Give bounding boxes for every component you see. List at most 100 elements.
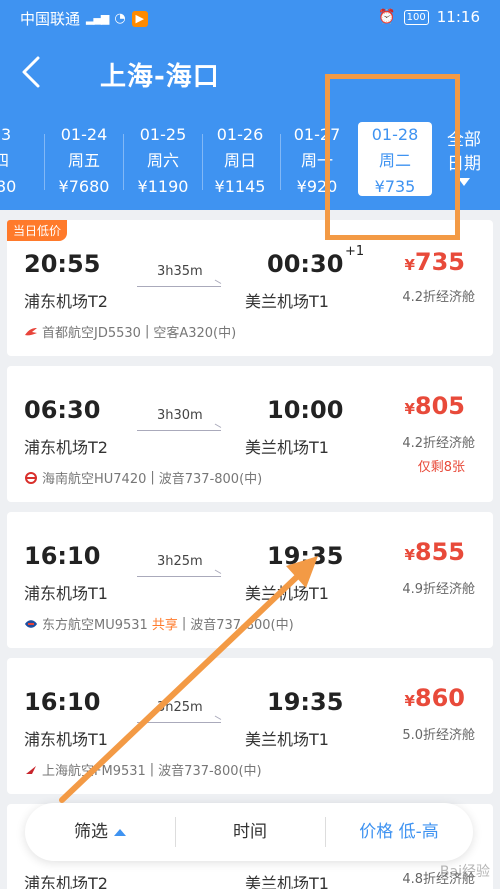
aircraft-type: 波音737-800(中) bbox=[158, 472, 263, 487]
arrival-time: 19:35 bbox=[267, 542, 344, 570]
status-bar: 中国联通 ▂▄▆ ◔ ▶ ⏰ 100 11:16 bbox=[0, 0, 500, 36]
divider-bar: | bbox=[144, 324, 150, 339]
departure-airport: 浦东机场T2 bbox=[24, 438, 108, 457]
back-button[interactable] bbox=[14, 52, 54, 92]
date-cell-01-27[interactable]: 01-27 周一 ¥920 bbox=[278, 120, 356, 200]
departure-time: 16:10 bbox=[24, 688, 101, 716]
departure-time: 06:30 bbox=[24, 396, 101, 424]
date-price: ¥1190 bbox=[137, 177, 189, 196]
date-cell-01-25[interactable]: 01-25 周六 ¥1190 bbox=[124, 120, 202, 200]
weekday-label: 周日 bbox=[223, 151, 256, 170]
date-cell-01-24[interactable]: 01-24 周五 ¥7680 bbox=[45, 120, 123, 200]
date-cell-01-28-selected[interactable]: 01-28 周二 ¥735 bbox=[358, 122, 432, 196]
caret-up-icon bbox=[114, 828, 126, 836]
weekday-label: 周二 bbox=[378, 151, 411, 170]
page-title: 上海-海口 bbox=[100, 62, 220, 92]
weekday-label: 周六 bbox=[146, 151, 179, 170]
shanghai-airlines-logo-icon bbox=[26, 765, 36, 774]
flight-duration: 3h35m bbox=[157, 264, 203, 279]
hainan-airlines-logo-icon bbox=[25, 471, 37, 484]
flight-duration: 3h30m bbox=[157, 408, 203, 423]
price-sort-label: 价格 低-高 bbox=[359, 822, 439, 842]
aircraft-type: 波音737-800(中) bbox=[190, 618, 294, 633]
flight-duration: 3h25m bbox=[157, 554, 203, 569]
sort-by-time-button[interactable]: 时间 bbox=[175, 803, 325, 861]
filter-button[interactable]: 筛选 bbox=[25, 803, 175, 861]
cabin-class: 4.9折经济舱 bbox=[402, 582, 475, 597]
arrival-time: 00:30 bbox=[267, 250, 344, 278]
date-price: ¥1145 bbox=[214, 177, 266, 196]
clock: 11:16 bbox=[436, 8, 480, 26]
flight-price: ¥805 bbox=[404, 392, 465, 420]
date-price: ¥735 bbox=[374, 177, 416, 196]
divider-bar: | bbox=[150, 470, 155, 485]
cabin-class: 4.2折经济舱 bbox=[402, 436, 475, 451]
wifi-icon: ◔ bbox=[114, 11, 126, 26]
flight-duration: 3h25m bbox=[157, 700, 203, 715]
arrival-airport: 美兰机场T1 bbox=[245, 438, 329, 457]
route-arrow-icon bbox=[137, 722, 221, 723]
date-label: 01-28 bbox=[371, 125, 419, 144]
divider-bar: | bbox=[149, 762, 155, 777]
arrival-time: 19:35 bbox=[267, 688, 344, 716]
date-cell-01-26[interactable]: 01-26 周日 ¥1145 bbox=[201, 120, 279, 200]
divider-bar: | bbox=[181, 616, 187, 631]
capital-airlines-logo-icon bbox=[25, 327, 37, 335]
date-label: 01-25 bbox=[139, 125, 187, 144]
all-dates-label-line1: 全部 bbox=[447, 130, 481, 150]
airline-info: 东方航空MU9531 共享 | 波音737-800(中) bbox=[24, 614, 294, 633]
seats-remaining: 仅剩8张 bbox=[417, 460, 465, 475]
airline-flight-no: 东方航空MU9531 bbox=[42, 618, 148, 633]
airline-flight-no: 首都航空JD5530 bbox=[42, 326, 141, 341]
price-value: 735 bbox=[414, 248, 465, 276]
arrival-airport: 美兰机场T1 bbox=[245, 874, 329, 889]
next-day-indicator: +1 bbox=[345, 244, 365, 259]
aircraft-type: 空客A320(中) bbox=[153, 326, 237, 341]
arrival-airport: 美兰机场T1 bbox=[245, 584, 329, 603]
date-price: 680 bbox=[0, 177, 17, 196]
flight-card[interactable]: 16:10 3h25m 19:35 浦东机场T1 美兰机场T1 ¥860 5.0… bbox=[7, 658, 493, 794]
airline-flight-no: 上海航空FM9531 bbox=[42, 764, 146, 779]
departure-airport: 浦东机场T2 bbox=[24, 292, 108, 311]
date-cell-01-23[interactable]: 23 四 680 bbox=[0, 120, 40, 200]
carrier-label: 中国联通 bbox=[20, 10, 81, 28]
price-value: 805 bbox=[414, 392, 465, 420]
app-notification-icon: ▶ bbox=[131, 10, 148, 27]
all-dates-button[interactable]: 全部 日期 bbox=[434, 128, 494, 186]
weekday-label: 周五 bbox=[67, 151, 100, 170]
flight-card[interactable]: 当日低价 20:55 3h35m 00:30 +1 浦东机场T2 美兰机场T1 … bbox=[7, 220, 493, 356]
cabin-class: 5.0折经济舱 bbox=[402, 728, 475, 743]
date-price: ¥920 bbox=[296, 177, 338, 196]
filter-label: 筛选 bbox=[74, 822, 108, 842]
route-arrow-icon bbox=[137, 430, 221, 431]
weekday-label: 四 bbox=[0, 151, 9, 170]
departure-airport: 浦东机场T1 bbox=[24, 584, 108, 603]
header: 上海-海口 bbox=[0, 36, 500, 110]
route-arrow-icon bbox=[137, 286, 221, 287]
currency-symbol: ¥ bbox=[404, 692, 415, 710]
flight-card[interactable]: 16:10 3h25m 19:35 浦东机场T1 美兰机场T1 ¥855 4.9… bbox=[7, 512, 493, 648]
airline-info: 海南航空HU7420 | 波音737-800(中) bbox=[24, 468, 262, 487]
alarm-icon: ⏰ bbox=[378, 9, 396, 25]
battery-icon: 100 bbox=[403, 9, 429, 25]
flight-price: ¥860 bbox=[404, 684, 465, 712]
price-value: 855 bbox=[414, 538, 465, 566]
all-dates-label-line2: 日期 bbox=[447, 154, 481, 174]
date-price: ¥7680 bbox=[58, 177, 110, 196]
route-arrow-icon bbox=[137, 576, 221, 577]
airline-info: 首都航空JD5530 | 空客A320(中) bbox=[24, 322, 236, 341]
airline-info: 上海航空FM9531 | 波音737-800(中) bbox=[24, 760, 262, 779]
date-label: 23 bbox=[0, 125, 12, 144]
departure-airport: 浦东机场T2 bbox=[24, 874, 108, 889]
chevron-left-icon bbox=[22, 56, 40, 88]
flight-card[interactable]: 06:30 3h30m 10:00 浦东机场T2 美兰机场T1 ¥805 4.2… bbox=[7, 366, 493, 502]
date-strip: 23 四 680 01-24 周五 ¥7680 01-25 周六 ¥1190 0… bbox=[0, 110, 500, 210]
date-label: 01-24 bbox=[60, 125, 108, 144]
departure-time: 20:55 bbox=[24, 250, 101, 278]
sort-by-price-button[interactable]: 价格 低-高 bbox=[325, 803, 473, 861]
caret-down-icon bbox=[458, 178, 470, 186]
signal-icon: ▂▄▆ bbox=[86, 12, 109, 25]
date-label: 01-26 bbox=[216, 125, 264, 144]
departure-time: 16:10 bbox=[24, 542, 101, 570]
date-label: 01-27 bbox=[293, 125, 341, 144]
